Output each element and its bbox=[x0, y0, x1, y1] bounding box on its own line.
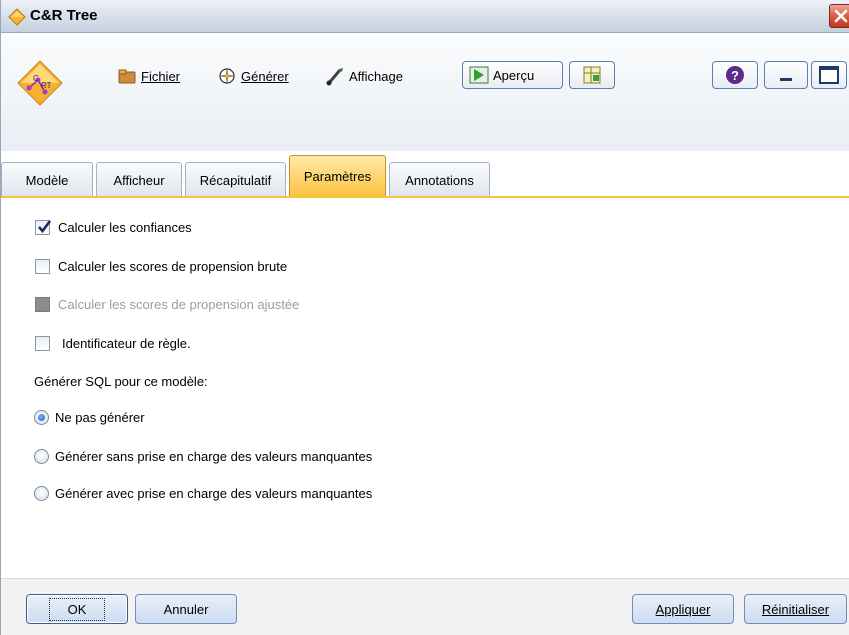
file-menu[interactable]: Fichier bbox=[117, 63, 180, 89]
table-export-icon bbox=[583, 66, 601, 84]
maximize-button[interactable] bbox=[811, 61, 847, 89]
sql-option-without-missing-label: Générer sans prise en charge des valeurs… bbox=[55, 449, 373, 464]
view-menu[interactable]: Affichage bbox=[325, 63, 403, 89]
sql-option-none-label: Ne pas générer bbox=[55, 410, 145, 425]
maximize-icon bbox=[819, 66, 839, 84]
folder-icon bbox=[118, 69, 136, 84]
diamond-node-icon bbox=[8, 8, 26, 26]
reset-button[interactable]: Réinitialiser bbox=[744, 594, 847, 624]
export-button[interactable] bbox=[569, 61, 615, 89]
preview-button[interactable]: Aperçu bbox=[462, 61, 563, 89]
button-bar: OK Annuler Appliquer Réinitialiser bbox=[1, 578, 849, 635]
sql-option-without-missing[interactable]: Générer sans prise en charge des valeurs… bbox=[34, 449, 372, 464]
svg-text:RT: RT bbox=[41, 81, 52, 90]
help-button[interactable]: ? bbox=[712, 61, 758, 89]
calc-confidences-option[interactable]: Calculer les confiances bbox=[35, 220, 192, 235]
calc-confidences-label: Calculer les confiances bbox=[58, 220, 192, 235]
apply-label: Appliquer bbox=[655, 601, 711, 617]
title-bar[interactable]: C&R Tree bbox=[1, 0, 849, 33]
adjusted-propensity-checkbox bbox=[35, 297, 50, 312]
tab-label: Paramètres bbox=[303, 169, 372, 184]
sparkle-icon bbox=[219, 68, 235, 84]
close-icon bbox=[834, 9, 848, 23]
svg-text:?: ? bbox=[731, 68, 739, 83]
rule-identifier-label: Identificateur de règle. bbox=[62, 336, 191, 351]
apply-button[interactable]: Appliquer bbox=[632, 594, 734, 624]
calc-confidences-checkbox[interactable] bbox=[35, 220, 52, 235]
settings-panel: Calculer les confiances Calculer les sco… bbox=[1, 198, 849, 578]
tab-modele[interactable]: Modèle bbox=[1, 162, 93, 197]
generate-menu[interactable]: Générer bbox=[217, 63, 289, 89]
preview-label: Aperçu bbox=[493, 67, 535, 83]
sql-option-none-radio[interactable] bbox=[34, 410, 49, 425]
adjusted-propensity-option: Calculer les scores de propension ajusté… bbox=[35, 297, 299, 312]
sql-option-with-missing-label: Générer avec prise en charge des valeurs… bbox=[55, 486, 373, 501]
sql-option-with-missing[interactable]: Générer avec prise en charge des valeurs… bbox=[34, 486, 372, 501]
raw-propensity-checkbox[interactable] bbox=[35, 259, 50, 274]
minimize-icon bbox=[780, 78, 792, 81]
view-menu-label: Affichage bbox=[349, 68, 403, 84]
sql-option-without-missing-radio[interactable] bbox=[34, 449, 49, 464]
sql-option-none[interactable]: Ne pas générer bbox=[34, 410, 145, 425]
cr-tree-model-icon: C RT bbox=[17, 60, 63, 106]
checkmark-icon bbox=[38, 220, 52, 234]
adjusted-propensity-label: Calculer les scores de propension ajusté… bbox=[58, 297, 300, 312]
preview-icon bbox=[469, 66, 489, 84]
rule-identifier-checkbox[interactable] bbox=[35, 336, 50, 351]
sql-option-with-missing-radio[interactable] bbox=[34, 486, 49, 501]
window-title: C&R Tree bbox=[30, 7, 98, 24]
tab-strip: Modèle Afficheur Récapitulatif Paramètre… bbox=[1, 155, 849, 197]
dialog-window: C&R Tree C RT Fichier Générer Affichage … bbox=[0, 0, 849, 635]
tab-label: Récapitulatif bbox=[199, 172, 272, 188]
cancel-button[interactable]: Annuler bbox=[135, 594, 237, 624]
ok-label: OK bbox=[48, 597, 106, 621]
toolbar: C RT Fichier Générer Affichage Aperçu ? bbox=[1, 33, 849, 151]
help-icon: ? bbox=[726, 66, 744, 84]
ok-button[interactable]: OK bbox=[26, 594, 128, 624]
close-button[interactable] bbox=[829, 4, 849, 28]
generate-menu-label: Générer bbox=[241, 68, 289, 84]
tab-label: Annotations bbox=[405, 172, 474, 188]
brush-icon bbox=[326, 68, 343, 86]
tab-label: Modèle bbox=[25, 172, 69, 188]
cancel-label: Annuler bbox=[163, 601, 209, 617]
rule-identifier-option[interactable]: Identificateur de règle. bbox=[35, 336, 191, 351]
reset-label: Réinitialiser bbox=[761, 601, 830, 617]
tab-parametres[interactable]: Paramètres bbox=[289, 155, 386, 197]
raw-propensity-label: Calculer les scores de propension brute bbox=[58, 259, 288, 274]
minimize-button[interactable] bbox=[764, 61, 808, 89]
file-menu-label: Fichier bbox=[141, 68, 181, 84]
tab-recapitulatif[interactable]: Récapitulatif bbox=[185, 162, 286, 197]
raw-propensity-option[interactable]: Calculer les scores de propension brute bbox=[35, 259, 287, 274]
tab-annotations[interactable]: Annotations bbox=[389, 162, 490, 197]
svg-text:C: C bbox=[33, 74, 39, 83]
tab-label: Afficheur bbox=[113, 172, 165, 188]
sql-heading: Générer SQL pour ce modèle: bbox=[34, 374, 208, 389]
tab-afficheur[interactable]: Afficheur bbox=[96, 162, 182, 197]
